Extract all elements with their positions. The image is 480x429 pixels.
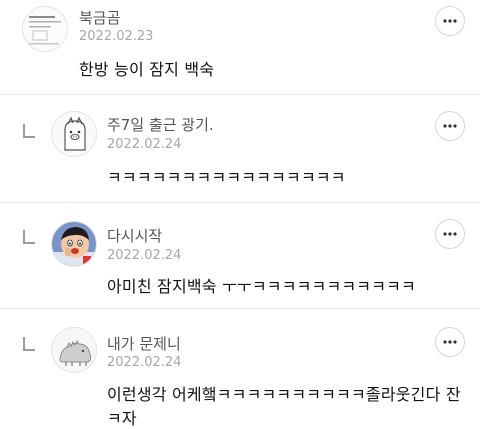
more-options-icon xyxy=(443,232,457,236)
comment-text: 한방 능이 잠지 백숙 xyxy=(79,60,215,79)
more-options-button[interactable] xyxy=(435,219,465,249)
comment-author[interactable]: 주7일 출근 광기. xyxy=(107,114,214,135)
comment-date: 2022.02.24 xyxy=(107,137,182,152)
more-options-button[interactable] xyxy=(435,6,465,36)
comment-author[interactable]: 북금곰 xyxy=(79,7,120,28)
comment-date: 2022.02.23 xyxy=(79,29,154,44)
comment-text: 이런생각 어케햌ㅋㅋㅋㅋㅋㅋㅋㅋㅋㅋ졸라웃긴다 잔 xyxy=(107,385,461,404)
comment-date: 2022.02.24 xyxy=(107,248,182,263)
cartoon-boy-avatar[interactable] xyxy=(51,221,97,267)
comment-author[interactable]: 다시시작 xyxy=(107,225,162,246)
comment-item: 북금곰 2022.02.23 한방 능이 잠지 백숙 xyxy=(0,0,480,94)
more-options-button[interactable] xyxy=(435,327,465,357)
document-thumbnail-avatar[interactable] xyxy=(22,6,68,52)
comment-date: 2022.02.24 xyxy=(107,355,182,370)
reply-item: 내가 문제니 2022.02.24 이런생각 어케햌ㅋㅋㅋㅋㅋㅋㅋㅋㅋㅋ졸라웃긴… xyxy=(0,308,480,428)
comment-author[interactable]: 내가 문제니 xyxy=(107,333,181,354)
more-options-icon xyxy=(443,340,457,344)
reply-indicator-icon xyxy=(23,124,35,138)
reply-indicator-icon xyxy=(23,337,35,351)
reply-item: 주7일 출근 광기. 2022.02.24 ㅋㅋㅋㅋㅋㅋㅋㅋㅋㅋㅋㅋㅋㅋㅋㅋ xyxy=(0,94,480,203)
pig-character-avatar[interactable] xyxy=(51,111,97,157)
comment-text: ㅋㅋㅋㅋㅋㅋㅋㅋㅋㅋㅋㅋㅋㅋㅋㅋ xyxy=(107,168,346,187)
more-options-button[interactable] xyxy=(435,111,465,141)
dinosaur-character-avatar[interactable] xyxy=(51,327,97,373)
comment-text: 아미친 잠지백숙 ㅜㅜㅋㅋㅋㅋㅋㅋㅋㅋㅋㅋㅋ xyxy=(107,277,416,296)
more-options-icon xyxy=(443,124,457,128)
reply-indicator-icon xyxy=(23,230,35,244)
reply-item: 다시시작 2022.02.24 아미친 잠지백숙 ㅜㅜㅋㅋㅋㅋㅋㅋㅋㅋㅋㅋㅋ xyxy=(0,202,480,309)
comment-text-continued: ㅋ자 xyxy=(107,409,137,428)
more-options-icon xyxy=(443,19,457,23)
